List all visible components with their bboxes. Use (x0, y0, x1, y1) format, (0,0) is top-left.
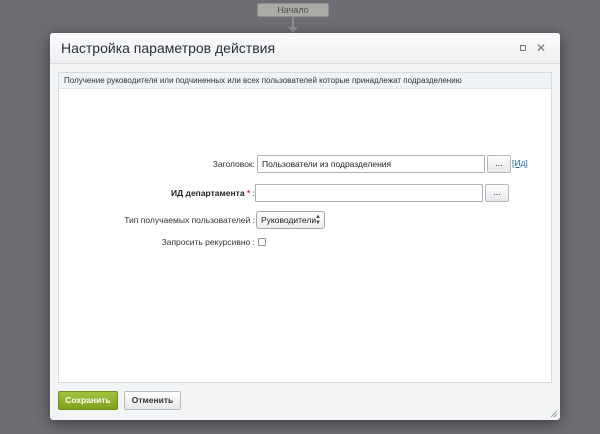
dialog-header[interactable]: Настройка параметров действия ✕ (50, 33, 560, 64)
action-description: Получение руководителя или подчиненных и… (59, 73, 551, 89)
cancel-button[interactable]: Отменить (124, 391, 181, 410)
title-input[interactable]: Пользователи из подразделения (257, 155, 485, 173)
title-label: Заголовок: (212, 159, 255, 169)
department-id-row: ИД департамента * : ... (59, 183, 551, 203)
title-id-link[interactable]: [Ид] (512, 158, 528, 168)
save-button[interactable]: Сохранить (58, 391, 118, 410)
required-mark: * (246, 188, 251, 198)
user-type-select[interactable]: Руководители ▲ ▼ (256, 211, 325, 229)
department-id-insert-button[interactable]: ... (485, 184, 509, 202)
user-type-selected: Руководители (261, 215, 317, 225)
department-id-label: ИД департамента * : (171, 183, 255, 203)
close-icon: ✕ (535, 41, 547, 55)
close-button[interactable]: ✕ (534, 41, 548, 55)
recursive-row: Запросить рекурсивно : (59, 232, 551, 252)
user-type-row: Тип получаемых пользователей : Руководит… (59, 210, 551, 230)
maximize-icon (520, 45, 526, 51)
dialog-footer: Сохранить Отменить (50, 384, 560, 420)
user-type-label: Тип получаемых пользователей : (124, 215, 255, 225)
recursive-checkbox[interactable] (258, 238, 266, 246)
title-row: Заголовок: Пользователи из подразделения… (59, 154, 551, 174)
select-arrows-icon: ▲ ▼ (315, 214, 321, 226)
resize-grip-icon[interactable] (550, 410, 558, 418)
action-settings-dialog: Настройка параметров действия ✕ Получени… (50, 33, 560, 420)
department-id-input[interactable] (255, 184, 483, 202)
maximize-button[interactable] (516, 41, 530, 55)
workflow-start-label: Начало (277, 5, 309, 15)
dialog-title: Настройка параметров действия (61, 40, 276, 56)
workflow-start-node: Начало (257, 3, 329, 17)
department-id-label-text: ИД департамента (171, 188, 245, 198)
recursive-label: Запросить рекурсивно : (161, 237, 255, 247)
dialog-content: Получение руководителя или подчиненных и… (58, 72, 552, 383)
title-insert-button[interactable]: ... (487, 155, 511, 173)
